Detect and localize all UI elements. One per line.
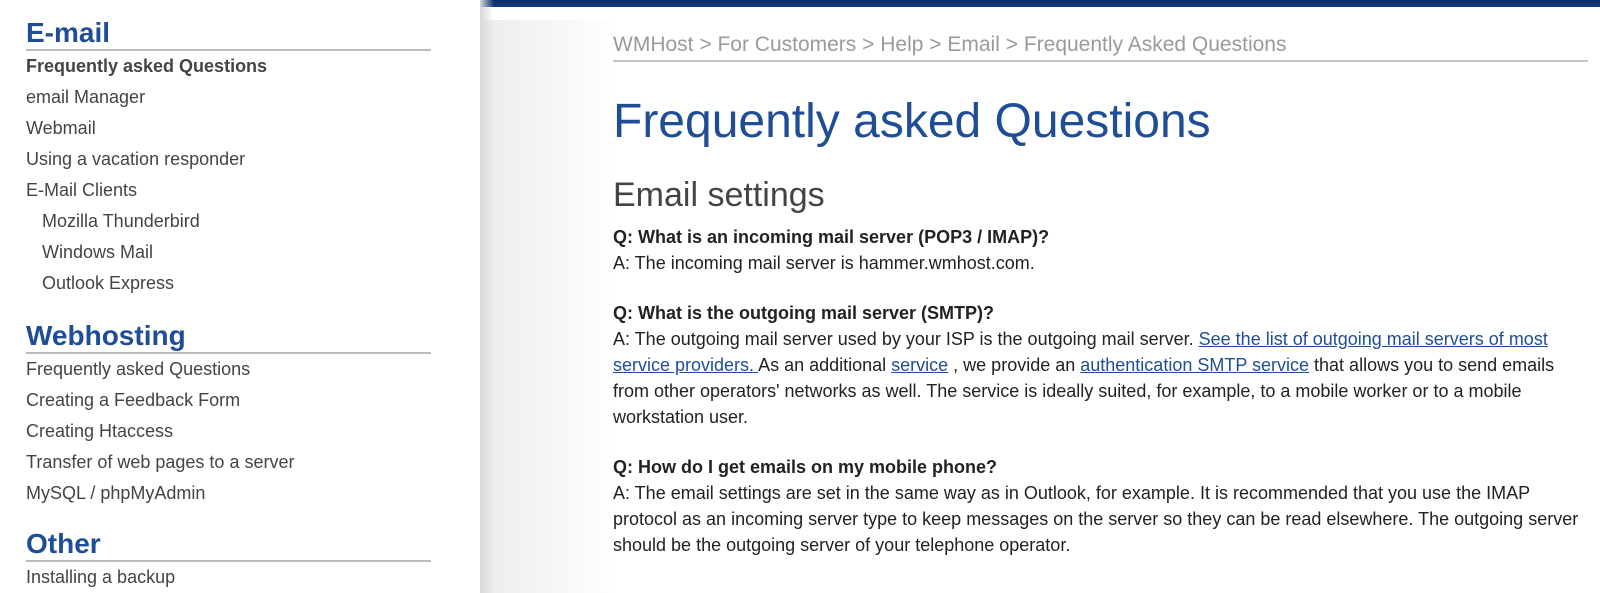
faq-list: Q: What is an incoming mail server (POP3… [613, 224, 1588, 558]
sidebar: E-mail Frequently asked Questions email M… [0, 0, 480, 593]
faq-item: Q: How do I get emails on my mobile phon… [613, 454, 1588, 558]
main-content: WMHost > For Customers > Help > Email > … [480, 0, 1600, 593]
sidebar-heading-other: Other [26, 528, 431, 562]
breadcrumb-item[interactable]: Frequently Asked Questions [1024, 33, 1287, 56]
faq-item: Q: What is an incoming mail server (POP3… [613, 224, 1588, 276]
sidebar-item-windows-mail[interactable]: Windows Mail [26, 237, 431, 268]
sidebar-item-email-manager[interactable]: email Manager [26, 82, 431, 113]
top-bar [480, 0, 1600, 7]
faq-question: Q: What is an incoming mail server (POP3… [613, 227, 1050, 247]
answer-link[interactable]: service [891, 355, 948, 375]
sidebar-item-using-a-vacation-responder[interactable]: Using a vacation responder [26, 144, 431, 175]
sidebar-item-installing-a-backup[interactable]: Installing a backup [26, 562, 431, 593]
sidebar-item-mysql-phpmyadmin[interactable]: MySQL / phpMyAdmin [26, 478, 431, 509]
sidebar-item-transfer-of-web-pages-to-a-server[interactable]: Transfer of web pages to a server [26, 447, 431, 478]
faq-answer: A: The incoming mail server is hammer.wm… [613, 250, 1588, 276]
sidebar-heading-webhosting: Webhosting [26, 320, 431, 354]
breadcrumb-separator: > [856, 33, 881, 56]
breadcrumb-item[interactable]: Help [880, 33, 923, 56]
breadcrumb-item[interactable]: WMHost [613, 33, 694, 56]
page-title: Frequently asked Questions [613, 95, 1211, 148]
sidebar-section-webhosting: Webhosting Frequently asked Questions Cre… [26, 320, 431, 509]
answer-text: , we provide an [948, 355, 1081, 375]
sidebar-item-frequently-asked-questions[interactable]: Frequently asked Questions [26, 51, 431, 82]
sidebar-item-creating-a-feedback-form[interactable]: Creating a Feedback Form [26, 385, 431, 416]
breadcrumb-item[interactable]: For Customers [717, 33, 856, 56]
sidebar-item-frequently-asked-questions[interactable]: Frequently asked Questions [26, 354, 431, 385]
sidebar-list-other: Installing a backup [26, 562, 431, 593]
answer-text: A: The outgoing mail server used by your… [613, 329, 1199, 349]
faq-answer: A: The email settings are set in the sam… [613, 480, 1588, 558]
breadcrumb: WMHost > For Customers > Help > Email > … [613, 30, 1588, 62]
answer-text: As an additional [758, 355, 892, 375]
breadcrumb-item[interactable]: Email [947, 33, 1000, 56]
sidebar-item-webmail[interactable]: Webmail [26, 113, 431, 144]
sidebar-list-webhosting: Frequently asked Questions Creating a Fee… [26, 354, 431, 509]
sidebar-shadow [480, 0, 494, 593]
faq-item: Q: What is the outgoing mail server (SMT… [613, 300, 1588, 430]
sidebar-heading-email: E-mail [26, 17, 431, 51]
faq-answer: A: The outgoing mail server used by your… [613, 326, 1588, 430]
answer-text: A: The email settings are set in the sam… [613, 483, 1579, 555]
faq-question: Q: How do I get emails on my mobile phon… [613, 457, 998, 477]
breadcrumb-separator: > [923, 33, 948, 56]
sidebar-item-creating-htaccess[interactable]: Creating Htaccess [26, 416, 431, 447]
breadcrumb-separator: > [693, 33, 718, 56]
sidebar-item-mozilla-thunderbird[interactable]: Mozilla Thunderbird [26, 206, 431, 237]
sidebar-list-email: Frequently asked Questions email Manager W… [26, 51, 431, 299]
answer-text: A: The incoming mail server is hammer.wm… [613, 253, 1035, 273]
sidebar-item-outlook-express[interactable]: Outlook Express [26, 268, 431, 299]
sidebar-item-e-mail-clients[interactable]: E-Mail Clients [26, 175, 431, 206]
article: WMHost > For Customers > Help > Email > … [613, 30, 1588, 558]
sidebar-section-email: E-mail Frequently asked Questions email M… [26, 17, 431, 299]
faq-question: Q: What is the outgoing mail server (SMT… [613, 303, 995, 323]
section-title: Email settings [613, 176, 825, 214]
sidebar-section-other: Other Installing a backup [26, 528, 431, 593]
answer-link[interactable]: authentication SMTP service [1080, 355, 1309, 375]
breadcrumb-separator: > [999, 33, 1024, 56]
